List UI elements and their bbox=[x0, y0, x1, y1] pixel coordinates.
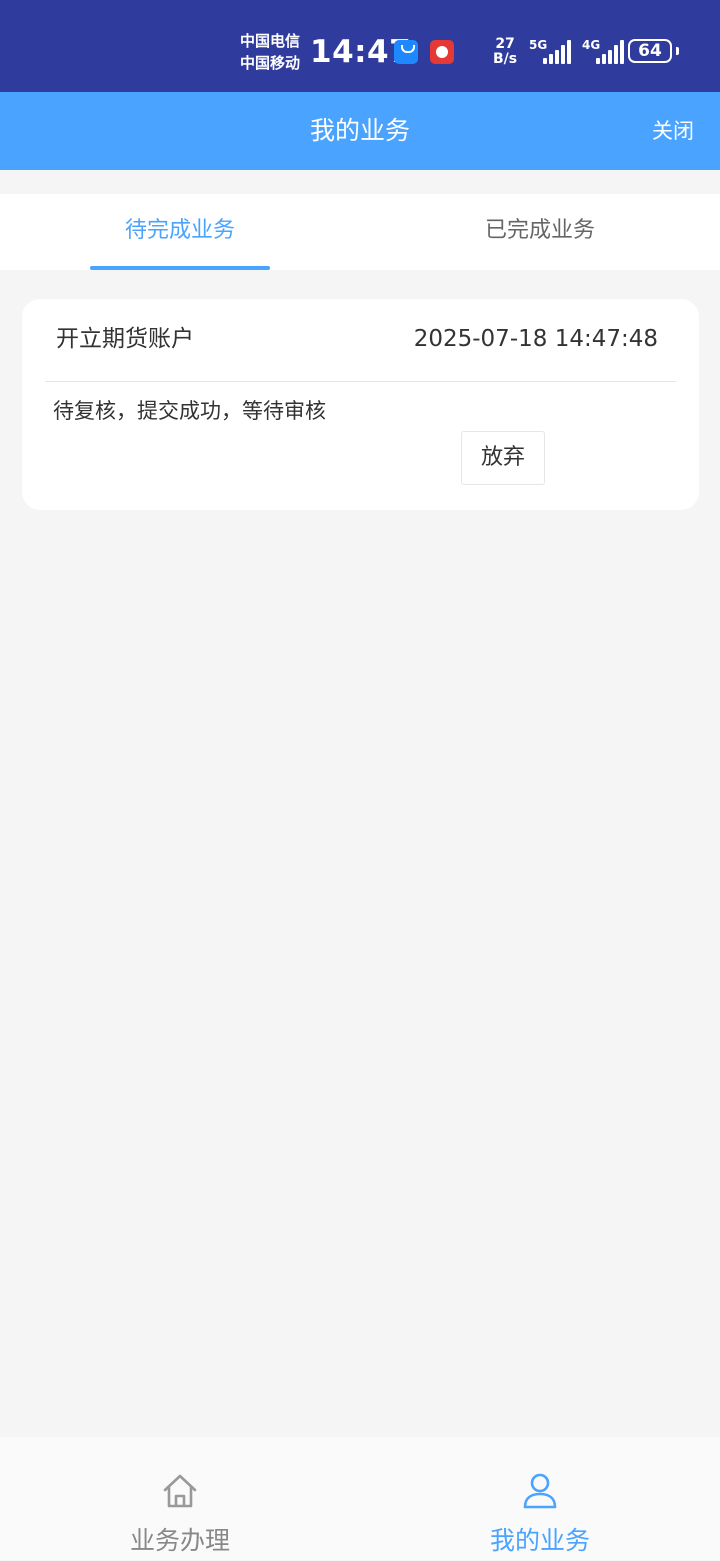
nav-item-my-business[interactable]: 我的业务 bbox=[360, 1437, 720, 1560]
business-title: 开立期货账户 bbox=[56, 326, 194, 352]
card-divider bbox=[45, 381, 676, 382]
active-tab-indicator bbox=[90, 266, 270, 270]
app-store-icon bbox=[394, 40, 418, 64]
nav-item-business-handling[interactable]: 业务办理 bbox=[0, 1437, 360, 1560]
tab-pending-label: 待完成业务 bbox=[124, 218, 235, 243]
battery-tip bbox=[676, 47, 679, 55]
battery-level: 64 bbox=[638, 41, 662, 61]
business-card: 开立期货账户 2025-07-18 14:47:48 待复核，提交成功，等待审核… bbox=[22, 299, 699, 510]
business-status: 待复核，提交成功，等待审核 bbox=[53, 399, 326, 423]
nav-label-business-handling: 业务办理 bbox=[129, 1526, 230, 1555]
user-icon bbox=[523, 1473, 557, 1509]
tab-completed-label: 已完成业务 bbox=[484, 218, 595, 243]
battery-icon: 64 bbox=[628, 39, 672, 63]
business-timestamp: 2025-07-18 14:47:48 bbox=[413, 326, 658, 352]
tab-pending[interactable]: 待完成业务 bbox=[0, 194, 360, 270]
signal-4g-icon: 4G bbox=[582, 38, 624, 64]
business-tabs: 待完成业务 已完成业务 bbox=[0, 194, 720, 270]
tab-completed[interactable]: 已完成业务 bbox=[360, 194, 720, 270]
net-speed-value: 27 bbox=[495, 36, 515, 52]
close-button[interactable]: 关闭 bbox=[652, 92, 694, 170]
nav-label-my-business: 我的业务 bbox=[489, 1526, 590, 1555]
carrier-names: 中国电信 中国移动 bbox=[240, 30, 300, 74]
bottom-nav: 业务办理 我的业务 bbox=[0, 1437, 720, 1560]
app-header: 我的业务 关闭 bbox=[0, 92, 720, 170]
carrier-1: 中国电信 bbox=[240, 32, 301, 50]
status-bar: 中国电信 中国移动 14:47 27 B/s 5G 4G 64 bbox=[0, 0, 720, 92]
network-speed: 27 B/s bbox=[493, 37, 517, 67]
page-title: 我的业务 bbox=[309, 116, 410, 145]
net-speed-unit: B/s bbox=[493, 51, 518, 67]
abandon-button[interactable]: 放弃 bbox=[461, 431, 545, 485]
signal-5g-icon: 5G bbox=[529, 38, 575, 64]
carrier-2: 中国移动 bbox=[240, 54, 301, 72]
house-icon bbox=[163, 1474, 197, 1508]
news-app-icon bbox=[430, 40, 454, 64]
